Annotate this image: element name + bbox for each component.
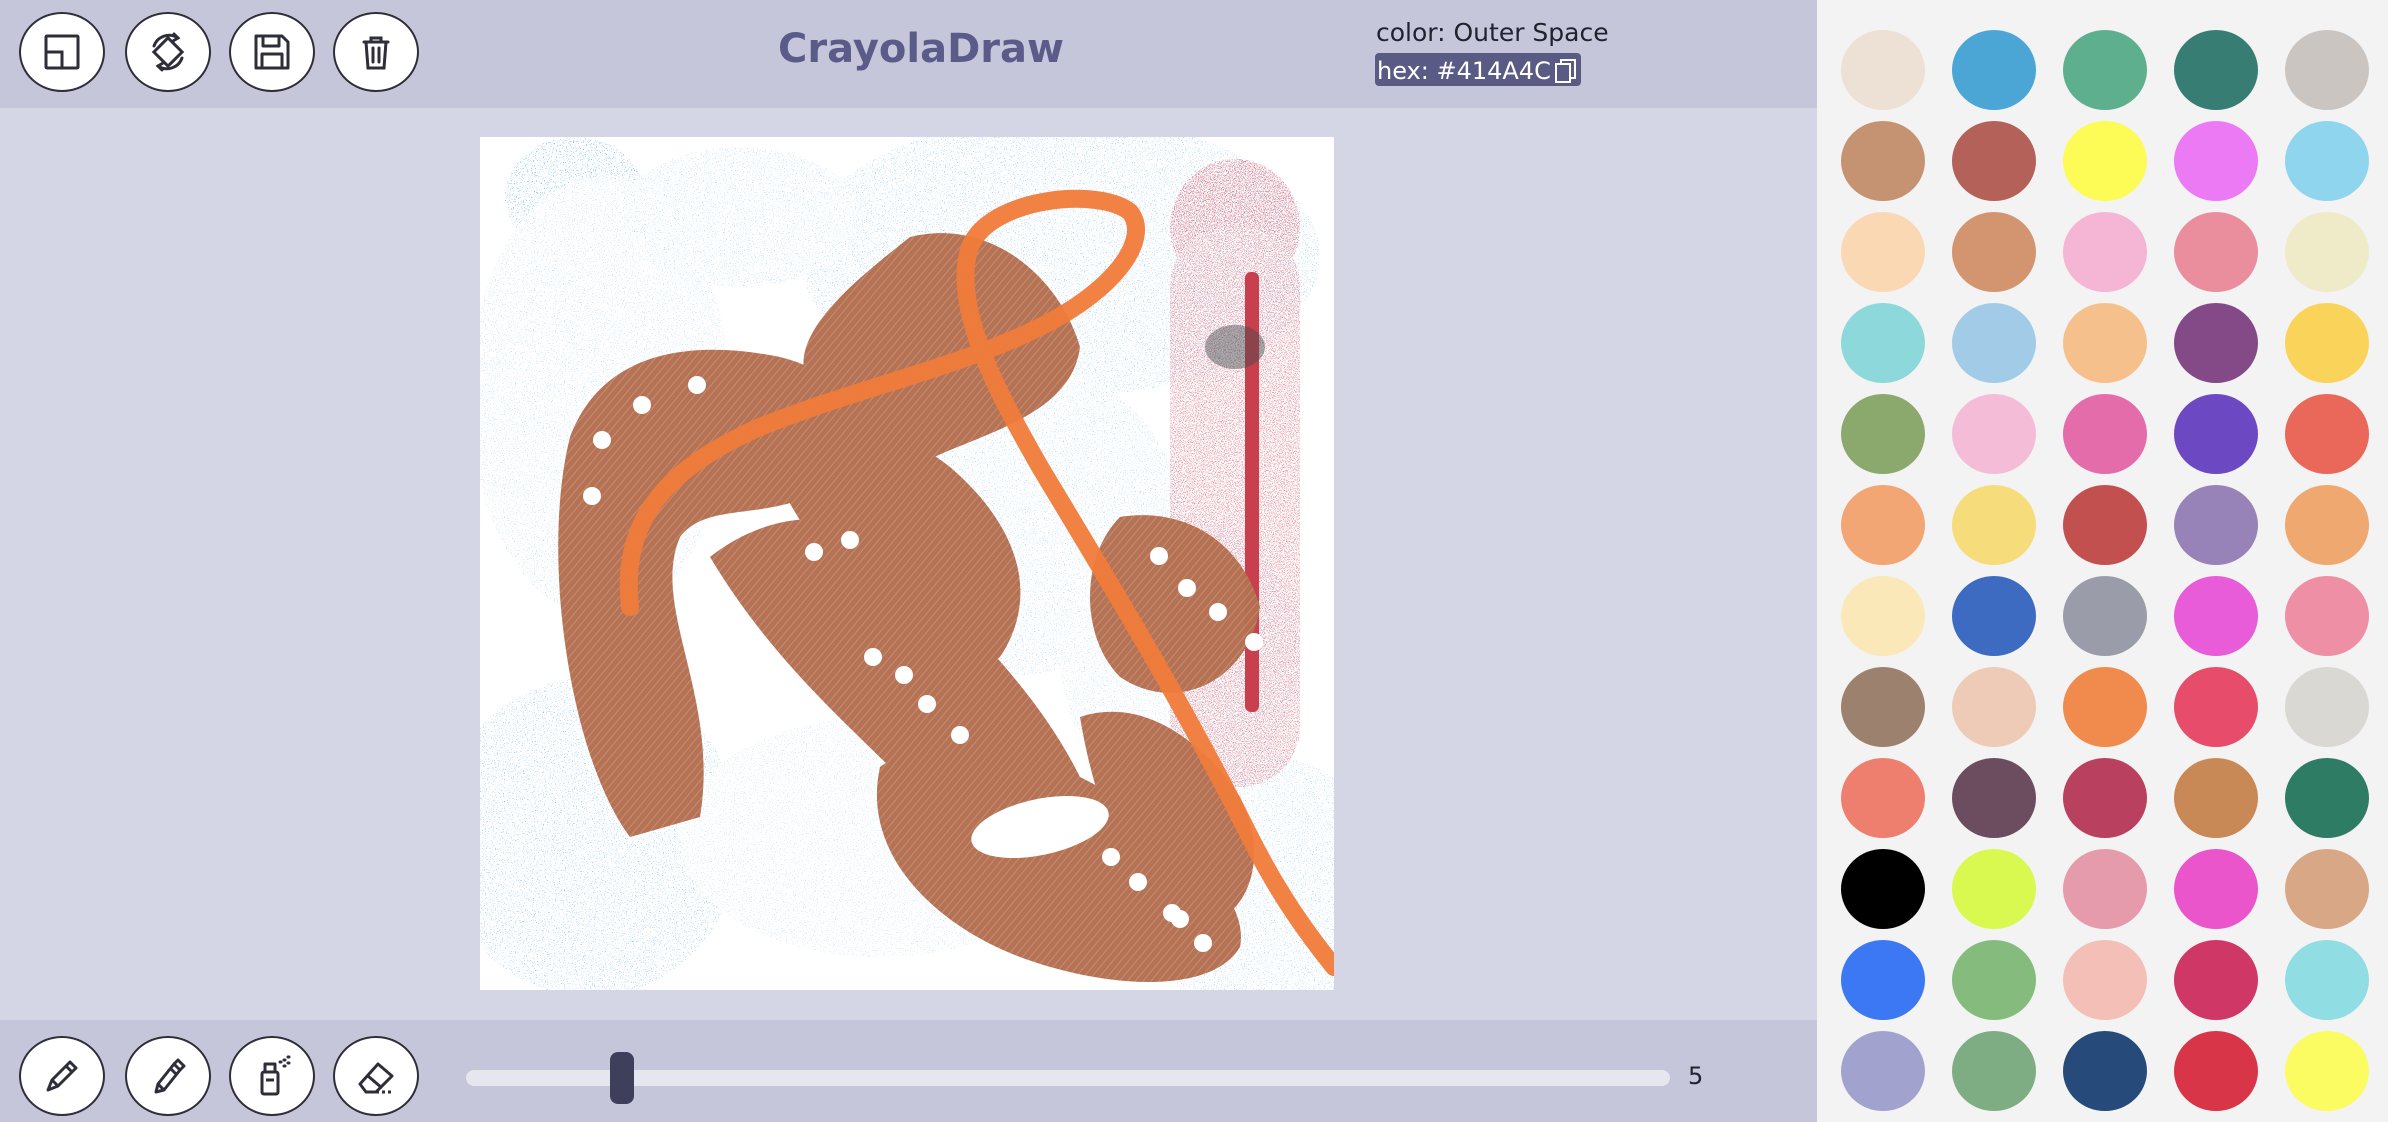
color-swatch[interactable] [2063,576,2147,656]
color-swatch[interactable] [2174,30,2258,110]
color-swatch[interactable] [1841,1031,1925,1111]
color-swatch[interactable] [2174,121,2258,201]
color-swatch[interactable] [2174,303,2258,383]
brush-size-slider[interactable] [466,1070,1670,1086]
color-swatch[interactable] [1841,758,1925,838]
drawing-canvas[interactable] [480,137,1334,990]
color-swatch[interactable] [1841,576,1925,656]
trash-icon [362,36,390,70]
color-swatch[interactable] [1952,485,2036,565]
color-swatch[interactable] [1841,30,1925,110]
color-swatch[interactable] [2285,1031,2369,1111]
color-swatch[interactable] [2174,576,2258,656]
color-swatch[interactable] [2174,394,2258,474]
color-swatch[interactable] [2063,212,2147,292]
color-swatch[interactable] [1952,30,2036,110]
color-swatch[interactable] [2063,394,2147,474]
marker-tool-button[interactable] [125,1036,211,1116]
color-swatch[interactable] [1952,667,2036,747]
color-swatch[interactable] [2285,576,2369,656]
color-swatch[interactable] [2063,1031,2147,1111]
main-area: CrayolaDraw color: Outer Space hex: #414… [0,0,1817,1122]
color-swatch[interactable] [2174,940,2258,1020]
color-swatch[interactable] [2285,212,2369,292]
brush-size-slider-thumb[interactable] [609,1052,634,1104]
color-swatch[interactable] [2063,667,2147,747]
rotate-icon [151,32,185,72]
color-swatch[interactable] [1841,212,1925,292]
color-swatch[interactable] [1841,121,1925,201]
color-swatch[interactable] [2174,1031,2258,1111]
color-swatch[interactable] [1952,303,2036,383]
app-window: CrayolaDraw color: Outer Space hex: #414… [0,0,2388,1122]
eraser-tool-button[interactable] [333,1036,419,1116]
color-swatch[interactable] [1952,394,2036,474]
app-title: CrayolaDraw [778,26,1064,72]
color-swatch[interactable] [2285,303,2369,383]
color-swatch[interactable] [1952,1031,2036,1111]
top-toolbar: CrayolaDraw color: Outer Space hex: #414… [0,0,1817,108]
spray-tool-button[interactable] [229,1036,315,1116]
color-swatch[interactable] [2063,758,2147,838]
crayon-tool-button[interactable] [19,1036,105,1116]
resize-canvas-button[interactable] [19,12,105,92]
color-swatch[interactable] [2063,485,2147,565]
color-swatch[interactable] [1841,849,1925,929]
color-swatch[interactable] [1952,212,2036,292]
color-palette [1817,0,2388,1122]
rotate-button[interactable] [125,12,211,92]
copy-icon [1554,58,1576,83]
color-swatch[interactable] [2285,758,2369,838]
color-swatch[interactable] [2063,849,2147,929]
color-swatch[interactable] [2174,212,2258,292]
eraser-icon [358,1062,394,1094]
color-swatch[interactable] [2174,667,2258,747]
color-swatch[interactable] [2174,485,2258,565]
brush-size-value: 5 [1688,1062,1704,1090]
color-swatch[interactable] [2063,303,2147,383]
color-swatch[interactable] [1952,121,2036,201]
save-icon [254,34,290,70]
color-swatch[interactable] [2285,485,2369,565]
color-swatch[interactable] [1952,758,2036,838]
color-swatch[interactable] [2285,394,2369,474]
color-swatch[interactable] [2285,30,2369,110]
marker-icon [154,1058,186,1094]
color-swatch[interactable] [1841,940,1925,1020]
color-swatch[interactable] [2285,940,2369,1020]
color-swatch[interactable] [2285,121,2369,201]
color-swatch[interactable] [2063,121,2147,201]
color-swatch[interactable] [2174,758,2258,838]
crayon-icon [46,1060,78,1092]
color-swatch[interactable] [2174,849,2258,929]
save-button[interactable] [229,12,315,92]
swatch-grid [1841,30,2369,1111]
color-swatch[interactable] [1841,485,1925,565]
color-swatch[interactable] [2063,940,2147,1020]
color-swatch[interactable] [2063,30,2147,110]
color-swatch[interactable] [1841,303,1925,383]
spray-can-icon [260,1055,291,1096]
color-swatch[interactable] [2285,849,2369,929]
selected-color-hex: hex: #414A4C [1377,56,1551,85]
selected-color-name: color: Outer Space [1376,18,1609,47]
color-swatch[interactable] [1952,576,2036,656]
color-swatch[interactable] [1841,394,1925,474]
color-swatch[interactable] [1952,849,2036,929]
canvas-drawing [480,137,1334,990]
delete-button[interactable] [333,12,419,92]
color-swatch[interactable] [1841,667,1925,747]
hex-copy-button[interactable]: hex: #414A4C [1375,53,1581,86]
color-swatch[interactable] [1952,940,2036,1020]
color-swatch[interactable] [2285,667,2369,747]
resize-icon [44,34,80,70]
